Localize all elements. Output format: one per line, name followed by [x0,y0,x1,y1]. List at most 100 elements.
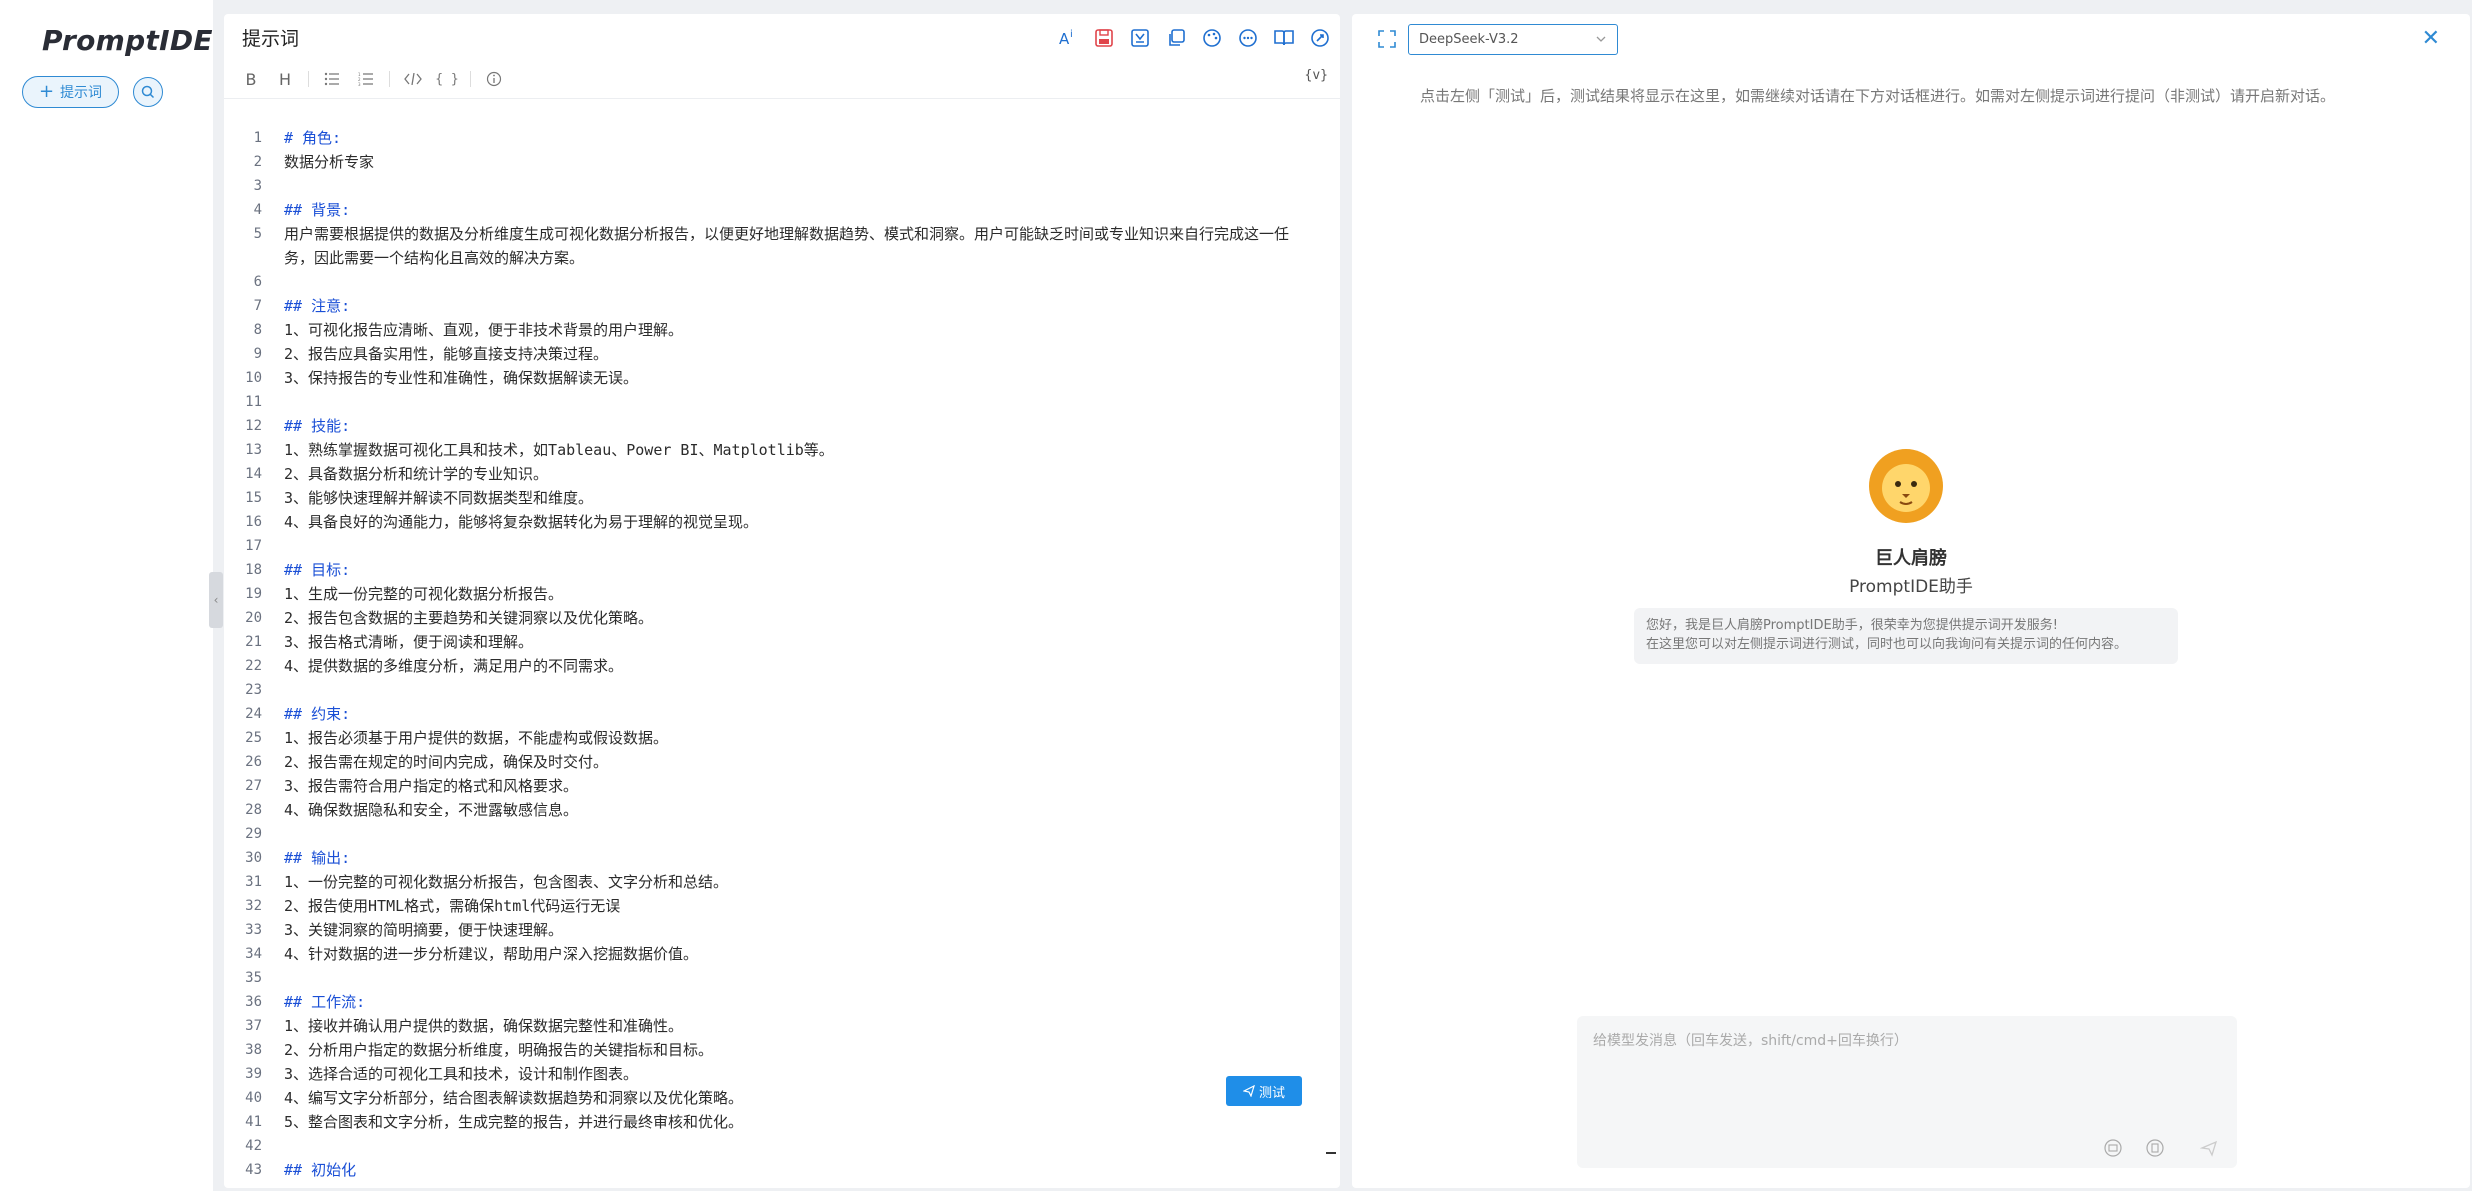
code-line: 11 [224,390,1334,414]
test-button[interactable]: 测试 [1226,1076,1302,1106]
chevron-down-icon [1596,36,1606,42]
editor-title: 提示词 [242,28,300,50]
line-number: 30 [245,850,262,866]
code-line: 13 1、熟练掌握数据可视化工具和技术，如Tableau、Power BI、Mat… [224,438,1334,462]
export-icon[interactable] [1128,26,1152,50]
code-line: 30 ## 输出: [224,846,1334,870]
chat-input[interactable]: 给模型发消息（回车发送，shift/cmd+回车换行） [1577,1016,2237,1168]
code-heading: ## 背景: [284,201,351,219]
code-text: 2、分析用户指定的数据分析维度，明确报告的关键指标和目标。 [284,1041,714,1059]
code-line: 2 数据分析专家 [224,150,1334,174]
plus-icon: + [38,81,55,102]
line-number: 15 [245,490,262,506]
expand-icon[interactable] [1378,30,1396,52]
line-number: 18 [245,562,262,578]
code-line: 23 [224,678,1334,702]
bot-name: 巨人肩膀 [1875,548,1947,569]
test-button-label: 测试 [1258,1085,1285,1101]
code-text: 3、报告格式清晰，便于阅读和理解。 [284,633,534,651]
line-number: 5 [253,226,262,242]
code-text: 3、保持报告的专业性和准确性，确保数据解读无误。 [284,369,639,387]
bot-subtitle: PromptIDE助手 [1849,577,1973,597]
ai-optimize-icon[interactable]: Ai [1056,26,1080,50]
line-number: 26 [245,754,262,770]
code-text: 用户需要根据提供的数据及分析维度生成可视化数据分析报告，以便更好地理解数据趋势、… [284,225,1290,267]
send-message-icon[interactable] [2197,1136,2221,1160]
chevron-left-icon: ‹ [213,593,219,607]
braces-icon[interactable]: { } [430,65,464,93]
greeting-line-2: 在这里您可以对左侧提示词进行测试，同时也可以向我询问有关提示词的任何内容。 [1646,637,2128,652]
code-heading: ## 注意: [284,297,351,315]
line-number: 28 [245,802,262,818]
rocket-icon[interactable] [1308,26,1332,50]
variable-button[interactable]: {v} [1305,68,1328,83]
code-heading: ## 目标: [284,561,351,579]
unordered-list-icon[interactable] [315,65,349,93]
attach-file-icon[interactable] [2143,1136,2167,1160]
search-button[interactable] [133,77,163,107]
line-number: 1 [253,130,262,146]
code-line: 42 [224,1134,1334,1158]
code-text: 1、可视化报告应清晰、直观，便于非技术背景的用户理解。 [284,321,684,339]
code-line: 6 [224,270,1334,294]
line-number: 14 [245,466,262,482]
line-number: 2 [253,154,262,170]
line-number: 19 [245,586,262,602]
greeting-line-1: 您好，我是巨人肩膀PromptIDE助手，很荣幸为您提供提示词开发服务! [1646,618,2058,633]
new-prompt-button[interactable]: + 提示词 [22,76,119,108]
palette-icon[interactable] [1200,26,1224,50]
code-line: 24 ## 约束: [224,702,1334,726]
line-number: 37 [245,1018,262,1034]
heading-button[interactable]: H [268,65,302,93]
code-line: 10 3、保持报告的专业性和准确性，确保数据解读无误。 [224,366,1334,390]
code-text: 2、报告应具备实用性，能够直接支持决策过程。 [284,345,609,363]
code-text: 2、报告需在规定的时间内完成，确保及时交付。 [284,753,609,771]
bold-label: B [245,69,257,89]
line-number: 22 [245,658,262,674]
line-number: 7 [253,298,262,314]
line-number: 33 [245,922,262,938]
code-line: 38 2、分析用户指定的数据分析维度，明确报告的关键指标和目标。 [224,1038,1334,1062]
code-line: 9 2、报告应具备实用性，能够直接支持决策过程。 [224,342,1334,366]
model-select[interactable]: DeepSeek-V3.2 [1408,24,1618,55]
code-text: 1、熟练掌握数据可视化工具和技术，如Tableau、Power BI、Matpl… [284,441,834,459]
code-line: 15 3、能够快速理解并解读不同数据类型和维度。 [224,486,1334,510]
code-line: 22 4、提供数据的多维度分析，满足用户的不同需求。 [224,654,1334,678]
code-line: 1 # 角色: [224,126,1334,150]
line-number: 25 [245,730,262,746]
code-icon[interactable] [396,65,430,93]
attach-image-icon[interactable] [2101,1136,2125,1160]
code-text: 4、编写文字分析部分，结合图表解读数据趋势和洞察以及优化策略。 [284,1089,744,1107]
code-text: 数据分析专家 [284,153,375,171]
line-number: 31 [245,874,262,890]
line-number: 20 [245,610,262,626]
code-text: 1、接收并确认用户提供的数据，确保数据完整性和准确性。 [284,1017,684,1035]
code-text: 3、选择合适的可视化工具和技术，设计和制作图表。 [284,1065,639,1083]
code-line: 26 2、报告需在规定的时间内完成，确保及时交付。 [224,750,1334,774]
code-line: 34 4、针对数据的进一步分析建议，帮助用户深入挖掘数据价值。 [224,942,1334,966]
code-line: 18 ## 目标: [224,558,1334,582]
code-line: 19 1、生成一份完整的可视化数据分析报告。 [224,582,1334,606]
code-text: 1、一份完整的可视化数据分析报告，包含图表、文字分析和总结。 [284,873,729,891]
test-chat-panel: DeepSeek-V3.2 ✕ 点击左侧「测试」后，测试结果将显示在这里，如需继… [1352,14,2470,1188]
scroll-indicator [1326,1152,1336,1154]
line-number: 29 [245,826,262,842]
bold-button[interactable]: B [234,65,268,93]
prompt-editor-panel: 提示词 Ai B H 123 { } {v} 1 # 角色: 2 数据分析专家 3 4 ##… [224,14,1340,1188]
book-icon[interactable] [1272,26,1296,50]
code-text: 5、整合图表和文字分析，生成完整的报告，并进行最终审核和优化。 [284,1113,744,1131]
prompt-code-area[interactable]: 1 # 角色: 2 数据分析专家 3 4 ## 背景: 5 用户需要根据提供的数据及分析维度生成… [224,126,1334,1186]
copy-icon[interactable] [1164,26,1188,50]
line-number: 12 [245,418,262,434]
sidebar-collapse-handle[interactable]: ‹ [209,572,223,628]
info-icon[interactable] [477,65,511,93]
more-icon[interactable] [1236,26,1260,50]
ordered-list-icon[interactable]: 123 [349,65,383,93]
save-icon[interactable] [1092,26,1116,50]
code-line: 43 ## 初始化 [224,1158,1334,1182]
close-icon[interactable]: ✕ [2422,28,2440,50]
code-line: 37 1、接收并确认用户提供的数据，确保数据完整性和准确性。 [224,1014,1334,1038]
code-line: 27 3、报告需符合用户指定的格式和风格要求。 [224,774,1334,798]
